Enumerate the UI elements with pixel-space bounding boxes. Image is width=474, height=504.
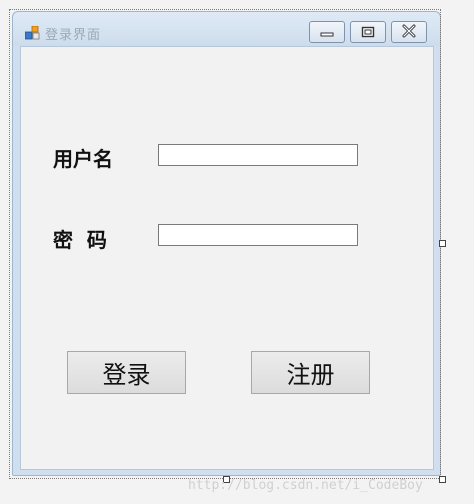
watermark: http://blog.csdn.net/i_CodeBoy <box>188 478 423 493</box>
resize-handle-corner[interactable] <box>439 476 446 483</box>
selection-frame <box>9 9 441 479</box>
designer-canvas: 登录界面 用户名 密 码 登录 注册 http://blog.csdn.net/… <box>0 0 474 504</box>
resize-handle-right[interactable] <box>439 240 446 247</box>
